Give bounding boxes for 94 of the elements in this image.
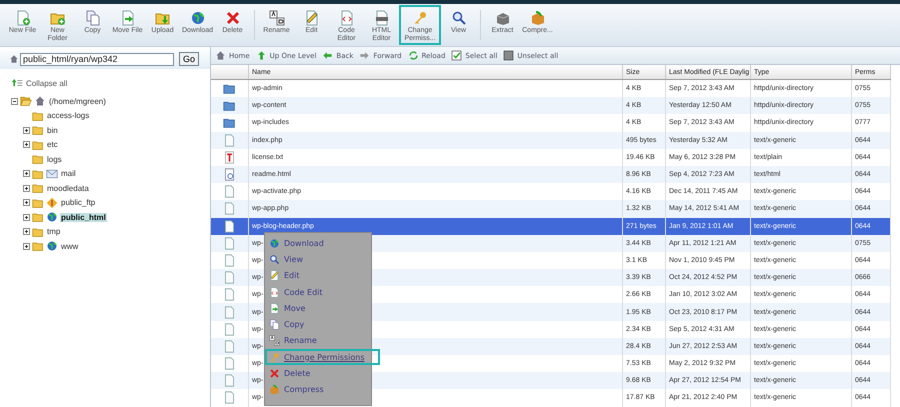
box-icon xyxy=(269,384,280,396)
expand-toggle-icon[interactable] xyxy=(23,228,30,236)
folder-icon xyxy=(223,99,236,112)
file-icon xyxy=(223,340,236,353)
file-icon xyxy=(223,391,236,404)
box-icon xyxy=(530,10,546,26)
up-arrow-icon xyxy=(256,50,267,61)
move-file-icon xyxy=(120,10,136,26)
collapse-icon xyxy=(11,78,23,88)
menu-item[interactable]: Code Edit xyxy=(265,284,371,300)
edit-icon xyxy=(304,10,320,26)
folder-item[interactable]: public_ftp xyxy=(60,198,96,208)
folder-icon xyxy=(32,110,44,122)
copy-icon xyxy=(84,10,100,26)
back-arrow-icon xyxy=(322,50,334,61)
rename-icon xyxy=(268,10,284,26)
folder-icon xyxy=(223,116,236,130)
folder-icon xyxy=(32,211,44,224)
pencil-icon xyxy=(269,270,280,282)
expand-toggle-icon[interactable] xyxy=(23,184,30,192)
home-icon xyxy=(9,54,19,64)
globe-icon xyxy=(46,211,58,224)
new-file-icon xyxy=(14,10,30,26)
file-icon xyxy=(223,254,236,267)
folder-icon xyxy=(223,82,236,96)
folder-icon xyxy=(32,226,44,238)
folder-item[interactable]: tmp xyxy=(46,227,62,236)
menu-item[interactable]: Change Permissions xyxy=(265,349,380,366)
expand-toggle-icon[interactable] xyxy=(23,242,30,250)
folder-item[interactable]: bin xyxy=(46,126,59,135)
file-icon xyxy=(223,185,236,198)
folder-icon xyxy=(32,124,44,136)
code-icon xyxy=(269,286,280,298)
folder-item[interactable]: moodledata xyxy=(46,184,90,193)
globe-icon xyxy=(190,10,206,26)
menu-item[interactable]: View xyxy=(265,251,371,268)
search-icon xyxy=(269,254,280,265)
file-icon xyxy=(223,220,236,233)
file-icon xyxy=(223,357,236,370)
expand-toggle-icon[interactable] xyxy=(23,199,30,206)
go-button[interactable]: Go xyxy=(179,52,200,66)
folder-item[interactable]: logs xyxy=(46,154,63,164)
folder-item[interactable]: public_html xyxy=(60,212,107,222)
html-editor-icon xyxy=(374,10,390,26)
file-icon xyxy=(223,271,236,284)
file-icon xyxy=(223,236,236,250)
menu-item[interactable]: Download xyxy=(265,235,371,252)
forward-arrow-icon xyxy=(359,50,370,61)
file-icon xyxy=(223,374,236,388)
search-icon xyxy=(450,10,466,26)
arrow-icon xyxy=(269,302,280,314)
file-icon xyxy=(223,288,236,302)
folder-item[interactable]: www xyxy=(60,242,80,251)
expand-toggle-icon[interactable] xyxy=(23,170,30,178)
file-icon xyxy=(223,322,236,336)
rename-icon xyxy=(269,335,280,346)
file-icon xyxy=(223,134,236,147)
box-icon xyxy=(494,10,510,26)
folder-item[interactable]: (/home/mgreen) xyxy=(48,96,107,106)
file-icon xyxy=(223,306,236,319)
folder-item[interactable]: etc xyxy=(46,140,59,150)
delete-icon xyxy=(224,10,240,26)
delete-icon xyxy=(269,368,280,380)
expand-toggle-icon[interactable] xyxy=(23,214,30,221)
checkbox-icon xyxy=(503,50,514,61)
envelope-icon xyxy=(46,168,58,180)
checkbox-icon xyxy=(451,50,462,61)
folder-icon xyxy=(32,182,44,194)
path-field[interactable]: public_html/ryan/wp342 xyxy=(20,52,174,66)
diamond-icon xyxy=(46,196,58,209)
reload-icon xyxy=(408,50,419,61)
globe-icon xyxy=(46,240,58,252)
expand-toggle-icon[interactable] xyxy=(23,141,30,148)
key-icon xyxy=(269,352,280,363)
folder-icon xyxy=(32,240,44,252)
open-folder-icon xyxy=(20,95,32,108)
code-editor-icon xyxy=(338,10,354,26)
folder-icon xyxy=(32,196,44,209)
folder-icon xyxy=(32,153,44,166)
html-file-icon xyxy=(223,168,236,182)
menu-item[interactable]: Edit xyxy=(265,268,371,284)
folder-item[interactable]: access-logs xyxy=(46,111,90,120)
collapse-all-link[interactable]: Collapse all xyxy=(26,78,68,88)
folder-item[interactable]: mail xyxy=(60,169,77,178)
expand-toggle-icon[interactable] xyxy=(23,126,30,134)
text-file-icon xyxy=(223,150,236,164)
copy-icon xyxy=(269,319,280,330)
folder-icon xyxy=(32,138,44,151)
file-icon xyxy=(223,202,236,216)
folder-icon xyxy=(32,168,44,180)
home-icon xyxy=(34,95,46,108)
home-icon xyxy=(215,50,226,61)
globe-icon xyxy=(269,238,280,249)
collapse-toggle-icon[interactable] xyxy=(11,98,18,105)
